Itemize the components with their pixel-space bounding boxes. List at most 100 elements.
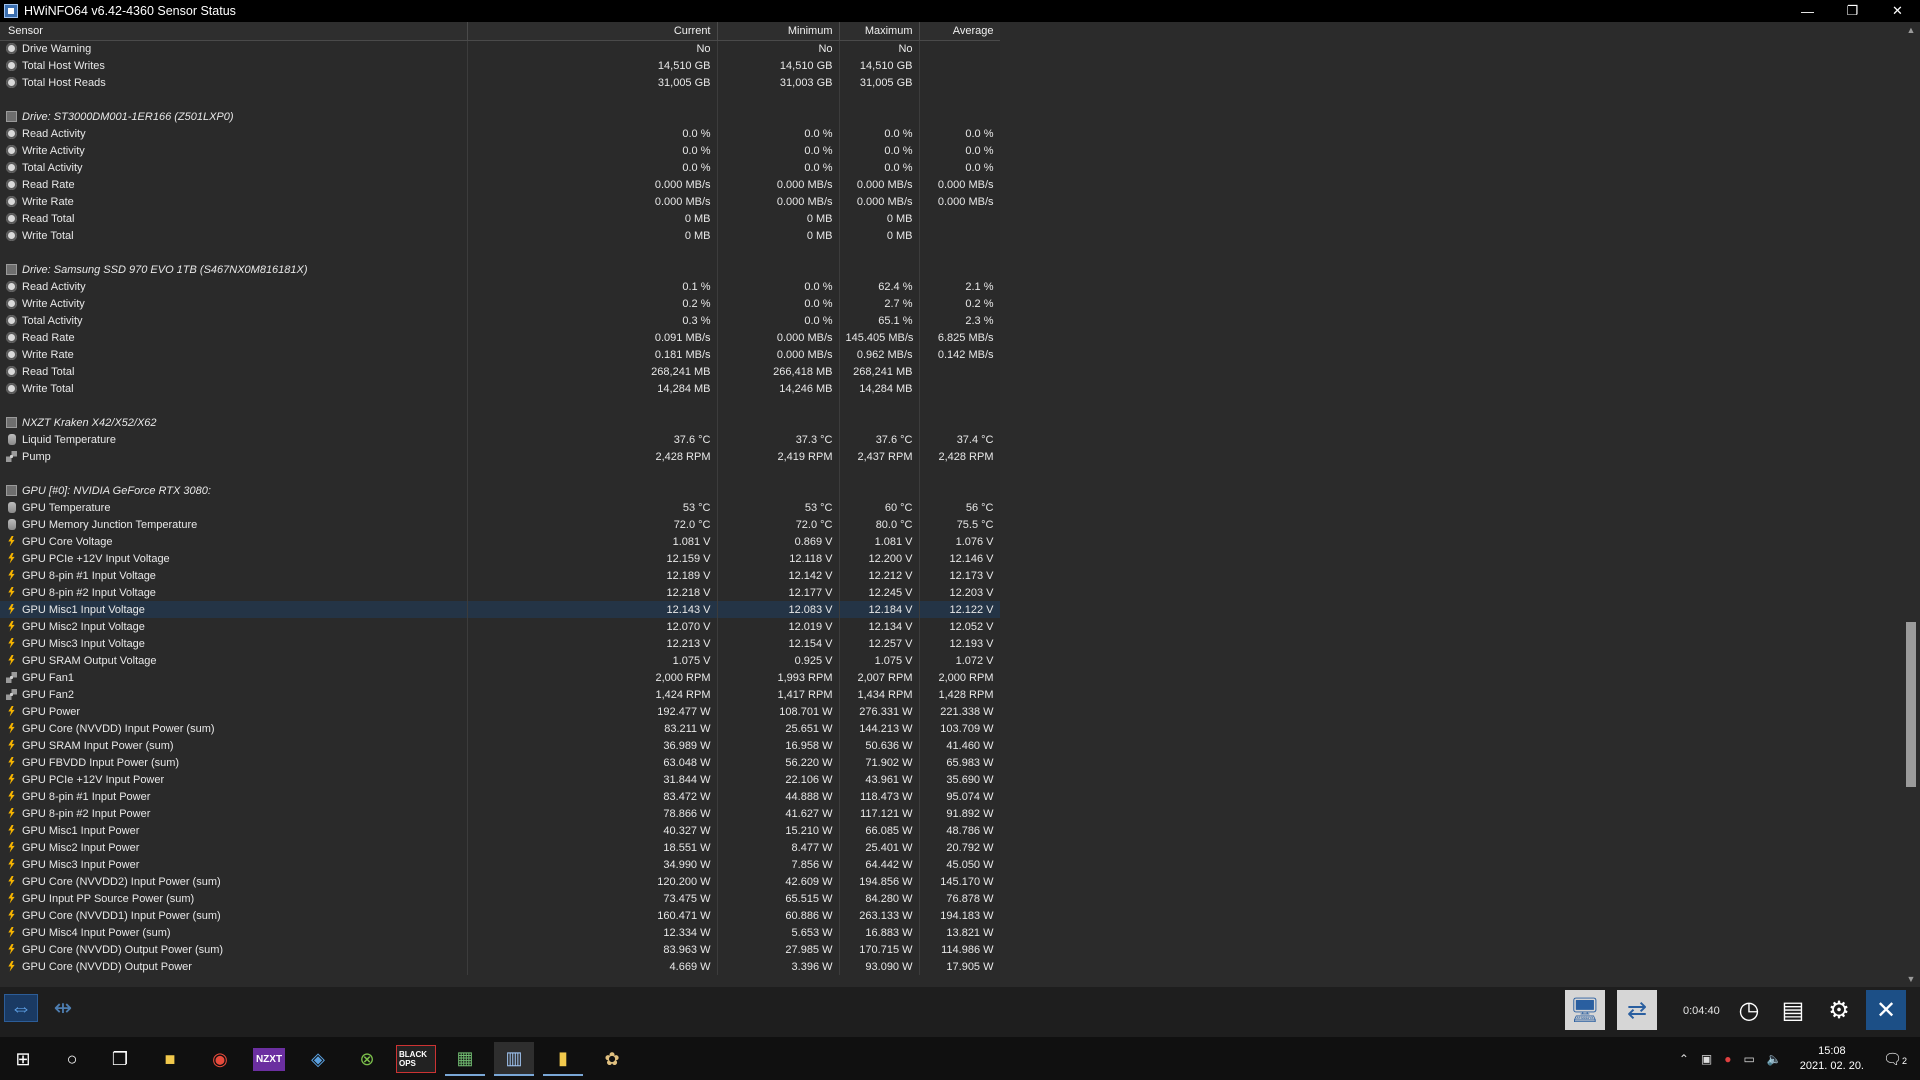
clock-icon[interactable]: ◷ (1729, 990, 1769, 1030)
sensor-row[interactable]: GPU Misc2 Input Voltage 12.070 V 12.019 V1… (0, 618, 1000, 635)
restore-button[interactable]: ❐ (1830, 0, 1875, 22)
col-header-maximum[interactable]: Maximum (839, 22, 920, 41)
close-window-button[interactable]: ✕ (1875, 0, 1920, 22)
black-ops-icon[interactable]: BLACK OPS (396, 1042, 436, 1076)
sensor-row[interactable]: Pump 2,428 RPM 2,419 RPM 2,437 RPM 2,428 RPM (0, 448, 1000, 465)
monitor-icon[interactable]: 🖥 (1565, 990, 1605, 1030)
sensor-row[interactable]: GPU SRAM Output Voltage 1.075 V 0.925 V 1.0… (0, 652, 1000, 669)
close-icon[interactable]: ✕ (1866, 990, 1906, 1030)
sensor-label: Write Rate (22, 195, 74, 208)
sensor-row[interactable]: GPU 8-pin #2 Input Power 78.866 W 41.627 W… (0, 805, 1000, 822)
sensor-table-area[interactable]: Sensor Current Minimum Maximum Average D… (0, 22, 1000, 987)
network-tray-icon[interactable]: ▭ (1743, 1052, 1754, 1066)
sensor-row[interactable]: Write Rate 0.000 MB/s 0.000 MB/s 0.000 MB/s… (0, 193, 1000, 210)
sensor-row[interactable]: GPU Power 192.477 W 108.701 W 276.331 W 221.… (0, 703, 1000, 720)
scroll-down-icon[interactable]: ▼ (1902, 971, 1920, 987)
sensor-group-row[interactable]: GPU [#0]: NVIDIA GeForce RTX 3080: (0, 482, 1000, 499)
scroll-up-icon[interactable]: ▲ (1902, 22, 1920, 38)
sensor-row[interactable]: GPU Misc2 Input Power 18.551 W 8.477 W 25.4… (0, 839, 1000, 856)
average-value: 194.183 W (919, 907, 1000, 924)
sensor-row[interactable]: Read Total 268,241 MB 266,418 MB 268,241 MB (0, 363, 1000, 380)
sensor-row[interactable]: Read Rate 0.091 MB/s 0.000 MB/s 145.405 MB/… (0, 329, 1000, 346)
sensor-row[interactable]: GPU Core Voltage 1.081 V 0.869 V 1.081 V 1.0… (0, 533, 1000, 550)
sensor-row[interactable]: Write Activity 0.2 % 0.0 % 2.7 % 0.2 % (0, 295, 1000, 312)
sensor-row[interactable]: GPU 8-pin #2 Input Voltage 12.218 V 12.177… (0, 584, 1000, 601)
sensor-row[interactable]: GPU Misc3 Input Voltage 12.213 V 12.154 V1… (0, 635, 1000, 652)
sensor-row[interactable]: Total Host Reads 31,005 GB 31,003 GB 31,005… (0, 74, 1000, 91)
task-view-icon[interactable]: ❐ (100, 1042, 140, 1076)
cortana-icon[interactable]: ○ (52, 1042, 92, 1076)
sensor-row[interactable]: GPU Fan2 1,424 RPM 1,417 RPM 1,434 RPM 1,428… (0, 686, 1000, 703)
sensor-row[interactable]: Total Host Writes 14,510 GB 14,510 GB 14,51… (0, 57, 1000, 74)
hwinfo-icon[interactable]: ▥ (494, 1042, 534, 1076)
sensor-group-row[interactable]: Drive: ST3000DM001-1ER166 (Z501LXP0) (0, 108, 1000, 125)
sensor-row[interactable]: GPU 8-pin #1 Input Power 83.472 W 44.888 W… (0, 788, 1000, 805)
sensor-row[interactable]: Read Activity 0.1 % 0.0 % 62.4 % 2.1 % (0, 278, 1000, 295)
notification-icon[interactable]: 🗨2 (1880, 1050, 1910, 1068)
gpu-z-icon[interactable]: ▦ (445, 1042, 485, 1076)
tray-clock[interactable]: 15:08 2021. 02. 20. (1800, 1044, 1864, 1074)
col-header-current[interactable]: Current (467, 22, 718, 41)
navigate-left-right-icon[interactable]: ⇔ (4, 994, 38, 1022)
sensor-row[interactable]: GPU PCIe +12V Input Voltage 12.159 V 12.11… (0, 550, 1000, 567)
sensor-row[interactable]: GPU Memory Junction Temperature 72.0 °C 72… (0, 516, 1000, 533)
chrome-icon[interactable]: ◉ (200, 1042, 240, 1076)
windows-start-icon[interactable]: ⊞ (3, 1042, 43, 1076)
sensor-group-row[interactable]: Drive: Samsung SSD 970 EVO 1TB (S467NX0M… (0, 261, 1000, 278)
sensor-row[interactable]: Write Total 14,284 MB 14,246 MB 14,284 MB (0, 380, 1000, 397)
volume-icon[interactable]: 🔈 (1767, 1052, 1782, 1066)
sensor-row[interactable]: GPU Misc1 Input Power 40.327 W 15.210 W 66.… (0, 822, 1000, 839)
network-icon[interactable]: ⇄ (1617, 990, 1657, 1030)
sensor-row[interactable]: Write Rate 0.181 MB/s 0.000 MB/s 0.962 MB/s… (0, 346, 1000, 363)
sensor-row[interactable]: GPU PCIe +12V Input Power 31.844 W 22.106 … (0, 771, 1000, 788)
group-name: GPU [#0]: NVIDIA GeForce RTX 3080: (0, 482, 468, 499)
maximum-value: 194.856 W (839, 873, 920, 890)
sensor-row[interactable]: GPU Core (NVVDD) Input Power (sum) 83.211… (0, 720, 1000, 737)
sensor-row[interactable]: GPU Misc4 Input Power (sum) 12.334 W 5.653… (0, 924, 1000, 941)
sensor-row[interactable]: GPU SRAM Input Power (sum) 36.989 W 16.958… (0, 737, 1000, 754)
sensor-row[interactable]: Read Activity 0.0 % 0.0 % 0.0 % 0.0 % (0, 125, 1000, 142)
sensor-row[interactable]: Total Activity 0.3 % 0.0 % 65.1 % 2.3 % (0, 312, 1000, 329)
sensor-row[interactable]: GPU 8-pin #1 Input Voltage 12.189 V 12.142… (0, 567, 1000, 584)
sensor-row[interactable]: Liquid Temperature 37.6 °C 37.3 °C 37.6 °C 3… (0, 431, 1000, 448)
navigate-collapse-icon[interactable]: ⇹ (46, 994, 80, 1022)
sensor-row[interactable]: Read Rate 0.000 MB/s 0.000 MB/s 0.000 MB/s 0… (0, 176, 1000, 193)
thermometer-icon (8, 518, 16, 530)
minimize-button[interactable]: — (1785, 0, 1830, 22)
nvidia-icon[interactable]: ● (1724, 1052, 1731, 1066)
sensor-row[interactable]: Write Total 0 MB 0 MB 0 MB (0, 227, 1000, 244)
app-icon-2[interactable]: ✿ (592, 1042, 632, 1076)
folder-icon[interactable]: ▮ (543, 1042, 583, 1076)
sensor-group-row[interactable]: NXZT Kraken X42/X52/X62 (0, 414, 1000, 431)
scroll-thumb[interactable] (1906, 622, 1916, 787)
device-icon[interactable]: ▣ (1701, 1052, 1712, 1066)
minimum-value: 0.0 % (717, 312, 840, 329)
vertical-scrollbar[interactable]: ▲ ▼ (1902, 22, 1920, 987)
sensor-row[interactable]: GPU Fan1 2,000 RPM 1,993 RPM 2,007 RPM 2,000… (0, 669, 1000, 686)
file-explorer-icon[interactable]: ■ (150, 1042, 190, 1076)
col-header-minimum[interactable]: Minimum (717, 22, 840, 41)
sensor-row[interactable]: GPU Core (NVVDD) Output Power 4.669 W 3.39… (0, 958, 1000, 975)
sensor-row[interactable]: GPU Misc3 Input Power 34.990 W 7.856 W 64.4… (0, 856, 1000, 873)
chevron-up-icon[interactable]: ⌃ (1679, 1052, 1689, 1066)
sensor-row[interactable]: GPU Core (NVVDD1) Input Power (sum) 160.4… (0, 907, 1000, 924)
sensor-row[interactable]: Write Activity 0.0 % 0.0 % 0.0 % 0.0 % (0, 142, 1000, 159)
gear-icon[interactable]: ⚙ (1819, 990, 1859, 1030)
sensor-row[interactable]: Read Total 0 MB 0 MB 0 MB (0, 210, 1000, 227)
sensor-row[interactable]: GPU Temperature 53 °C 53 °C 60 °C 56 °C (0, 499, 1000, 516)
sensor-row[interactable]: GPU Input PP Source Power (sum) 73.475 W6… (0, 890, 1000, 907)
xbox-icon[interactable]: ⊗ (347, 1042, 387, 1076)
sensor-row[interactable]: GPU Misc1 Input Voltage 12.143 V 12.083 V1… (0, 601, 1000, 618)
current-value: 0.0 % (467, 125, 718, 142)
report-icon[interactable]: ▤ (1773, 990, 1813, 1030)
sensor-row[interactable]: GPU FBVDD Input Power (sum) 63.048 W 56.22… (0, 754, 1000, 771)
sensor-row[interactable]: GPU Core (NVVDD2) Input Power (sum) 120.2… (0, 873, 1000, 890)
col-header-average[interactable]: Average (919, 22, 1000, 41)
nzxt-cam-icon[interactable]: NZXT (249, 1042, 289, 1076)
app-icon[interactable]: ◈ (298, 1042, 338, 1076)
sensor-row[interactable]: Total Activity 0.0 % 0.0 % 0.0 % 0.0 % (0, 159, 1000, 176)
sensor-row[interactable]: Drive Warning No No No (0, 40, 1000, 57)
sensor-row[interactable]: GPU Core (NVVDD) Output Power (sum) 83.96… (0, 941, 1000, 958)
col-header-sensor[interactable]: Sensor (0, 22, 468, 41)
empty-cell (919, 397, 1000, 414)
